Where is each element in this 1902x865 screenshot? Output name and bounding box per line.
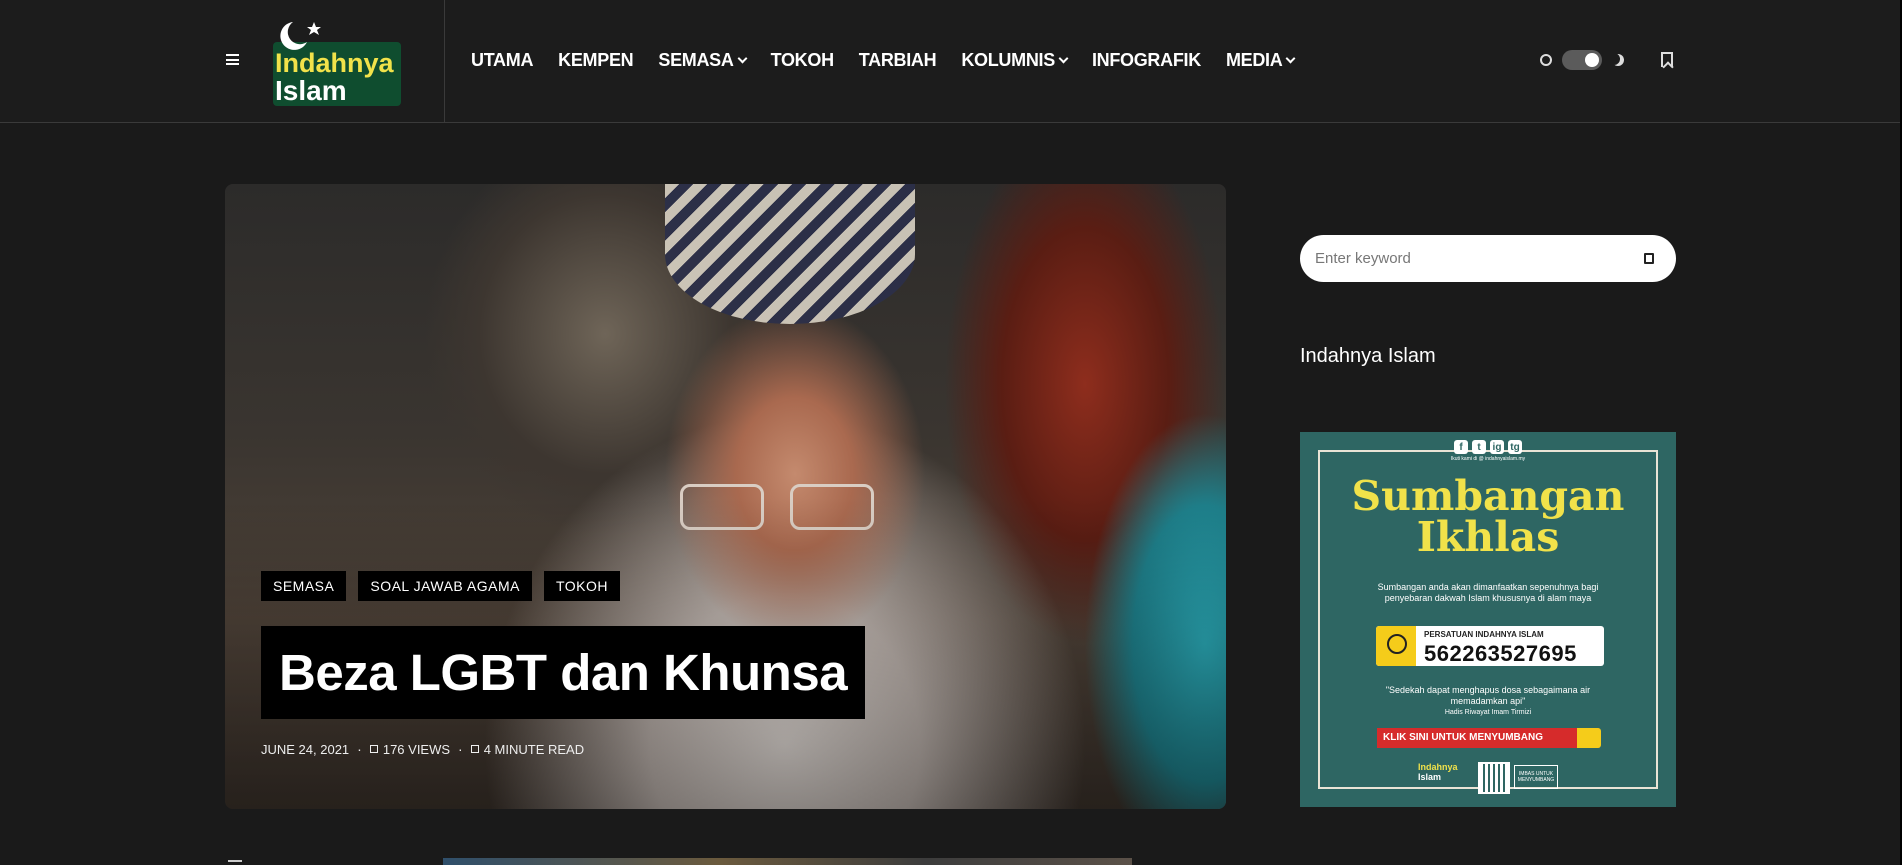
instagram-icon: ig: [1490, 440, 1504, 454]
banner-handle: Ikuti kami di @ indahnyaislam.my: [1450, 456, 1526, 462]
eye-icon: [369, 745, 378, 753]
banner-quote: "Sedekah dapat menghapus dosa sebagaiman…: [1385, 685, 1591, 706]
main-nav: UTAMA KEMPEN SEMASA TOKOH TARBIAH KOLUMN…: [471, 50, 1319, 71]
social-icons: f t ig tg: [1300, 440, 1676, 454]
sidebar-search: [1300, 235, 1676, 282]
category-tag-soal-jawab-agama[interactable]: SOAL JAWAB AGAMA: [358, 571, 532, 601]
dark-mode-toggle[interactable]: [1540, 50, 1624, 70]
post-read-time: 4 MINUTE READ: [483, 741, 585, 757]
nav-item-kolumnis[interactable]: KOLUMNIS: [961, 50, 1069, 71]
category-tag-tokoh[interactable]: TOKOH: [543, 571, 620, 601]
featured-post[interactable]: SEMASA SOAL JAWAB AGAMA TOKOH Beza LGBT …: [225, 184, 1226, 809]
bookmark-icon[interactable]: [1661, 52, 1673, 67]
chevron-down-icon: [1058, 53, 1069, 64]
qr-code-icon: [1478, 762, 1510, 794]
category-tag-semasa[interactable]: SEMASA: [261, 571, 347, 601]
site-header: Indahnya Islam UTAMA KEMPEN SEMASA TOKOH…: [0, 0, 1902, 123]
search-icon[interactable]: [1644, 253, 1654, 264]
meta-separator: ·: [458, 741, 463, 757]
moon-icon: [1612, 54, 1624, 66]
banner-heading: Sumbangan Ikhlas: [1351, 472, 1625, 561]
banner-description: Sumbangan anda akan dimanfaatkan sepenuh…: [1377, 582, 1599, 603]
chevron-down-icon: [1285, 53, 1296, 64]
bank-logo-icon: [1376, 626, 1416, 666]
next-post-icon: [228, 860, 242, 862]
bank-account-box: PERSATUAN INDAHNYA ISLAM 562263527695: [1376, 626, 1604, 666]
theme-switch[interactable]: [1562, 50, 1602, 70]
nav-item-tarbiah[interactable]: TARBIAH: [859, 50, 937, 71]
menu-icon[interactable]: [226, 54, 239, 65]
donate-button[interactable]: KLIK SINI UNTUK MENYUMBANG: [1377, 728, 1601, 748]
nav-item-kempen[interactable]: KEMPEN: [558, 50, 634, 71]
nav-item-media[interactable]: MEDIA: [1226, 50, 1296, 71]
switch-knob: [1585, 53, 1599, 67]
telegram-icon: tg: [1508, 440, 1522, 454]
post-title[interactable]: Beza LGBT dan Khunsa: [261, 626, 866, 719]
logo-image: Indahnya Islam: [273, 22, 401, 106]
post-date: JUNE 24, 2021: [261, 741, 350, 757]
svg-text:Indahnya: Indahnya: [275, 48, 395, 78]
post-views: 176 VIEWS: [382, 741, 451, 757]
widget-title: Indahnya Islam: [1300, 345, 1436, 367]
nav-item-utama[interactable]: UTAMA: [471, 50, 533, 71]
facebook-icon: f: [1454, 440, 1468, 454]
post-meta: JUNE 24, 2021 · 176 VIEWS · 4 MINUTE REA…: [261, 741, 584, 757]
sun-icon: [1540, 54, 1552, 66]
clock-icon: [470, 745, 479, 753]
chevron-down-icon: [737, 53, 748, 64]
svg-text:Islam: Islam: [275, 75, 347, 106]
twitter-icon: t: [1472, 440, 1486, 454]
banner-logo: Indahnya Islam: [1418, 762, 1458, 782]
account-number: 562263527695: [1424, 641, 1577, 666]
search-input[interactable]: [1315, 235, 1615, 282]
nav-item-infografik[interactable]: INFOGRAFIK: [1092, 50, 1201, 71]
account-name: PERSATUAN INDAHNYA ISLAM: [1424, 630, 1544, 639]
nav-item-tokoh[interactable]: TOKOH: [771, 50, 834, 71]
site-logo[interactable]: Indahnya Islam: [271, 16, 403, 108]
scan-label: IMBAS UNTUK MENYUMBANG: [1514, 765, 1558, 789]
next-post-image[interactable]: [443, 858, 1132, 865]
post-categories: SEMASA SOAL JAWAB AGAMA TOKOH: [261, 571, 620, 601]
meta-separator: ·: [357, 741, 362, 757]
header-divider: [444, 0, 445, 123]
donation-banner[interactable]: f t ig tg Ikuti kami di @ indahnyaislam.…: [1300, 432, 1676, 807]
nav-item-semasa[interactable]: SEMASA: [658, 50, 748, 71]
banner-hadith: Hadis Riwayat Imam Tirmizi: [1444, 709, 1532, 716]
